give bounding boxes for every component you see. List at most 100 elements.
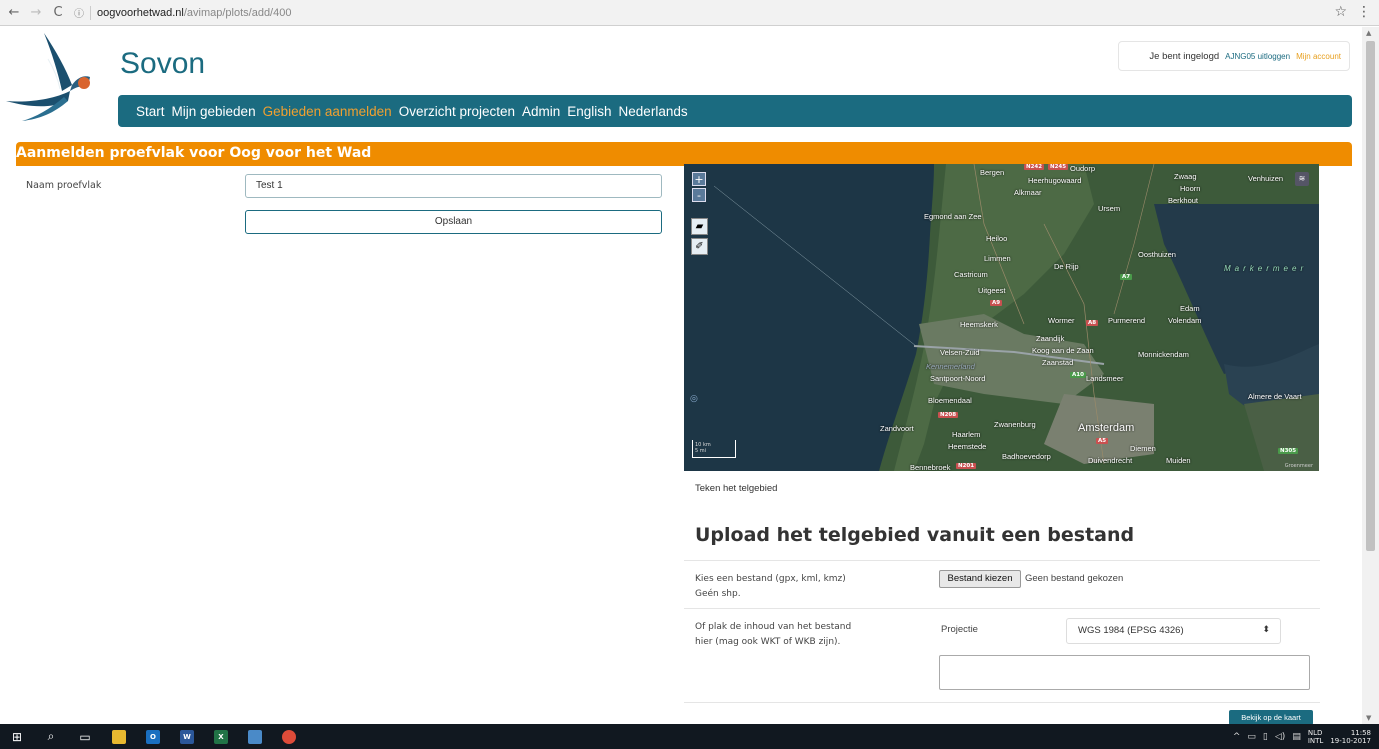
search-icon[interactable]: ⌕ [34,724,68,749]
map[interactable]: + - ▰ ✐ ≋ ◎ 10 km 5 mi Bergen N242 N245 … [684,164,1319,471]
address-bar[interactable]: ⓘ oogvoorhetwad.nl/avimap/plots/add/400 [74,5,291,20]
scale-top-label: 10 km [695,442,711,448]
map-attribution: Groenmeer [1284,463,1313,469]
map-label: Oudorp [1070,164,1096,173]
back-icon[interactable]: ← [6,5,22,20]
tray-chevron-icon[interactable]: ^ [1233,732,1241,742]
road-badge: A5 [1096,438,1109,444]
network-icon[interactable]: ▯ [1263,732,1268,742]
map-label: Duivendrecht [1088,456,1133,465]
logout-link[interactable]: AJNG05 uitloggen [1225,52,1290,61]
page-scrollbar[interactable]: ▲ ▼ [1362,27,1379,724]
url-host: oogvoorhetwad.nl [97,6,184,19]
road-badge: A8 [1086,320,1099,326]
map-label: Muiden [1166,456,1191,465]
map-label: Amsterdam [1078,422,1135,434]
nav-nederlands[interactable]: Nederlands [619,104,688,119]
map-label: De Rijp [1054,262,1079,271]
draw-polygon-icon[interactable]: ▰ [691,218,708,235]
system-tray: ^ ▭ ▯ ◁) ▤ NLD INTL 11:58 19-10-2017 [1233,724,1371,749]
info-icon[interactable]: ⓘ [74,5,84,20]
map-label: Markermeer [1224,264,1308,273]
browser-menu-icon[interactable]: ⋮ [1357,4,1371,20]
nav-mijn-gebieden[interactable]: Mijn gebieden [172,104,256,119]
scroll-thumb[interactable] [1366,41,1375,551]
file-label-line2: Geén shp. [695,589,741,599]
road-badge: N245 [1048,164,1069,170]
map-label: Landsmeer [1086,374,1124,383]
map-label: Venhuizen [1248,174,1284,183]
map-label: Velsen-Zuid [940,348,980,357]
projection-select[interactable]: WGS 1984 (EPSG 4326) ⬍ [1066,618,1281,644]
excel-icon[interactable]: X [204,724,238,749]
map-label: Purmerend [1108,316,1146,325]
paste-label-line2: hier (mag ook WKT of WKB zijn). [695,637,841,647]
outlook-icon[interactable]: O [136,724,170,749]
nav-english[interactable]: English [567,104,611,119]
map-label: Zwaag [1174,172,1197,181]
paste-textarea[interactable] [939,655,1310,690]
layers-icon[interactable]: ≋ [1295,172,1309,186]
windows-start-icon[interactable]: ⊞ [0,724,34,749]
view-on-map-button[interactable]: Bekijk op de kaart [1229,710,1313,724]
map-label: Almere de Vaart [1248,392,1302,401]
file-label: Kies een bestand (gpx, kml, kmz) Geén sh… [695,572,846,602]
nav-gebieden-aanmelden[interactable]: Gebieden aanmelden [263,104,392,119]
forward-icon[interactable]: → [28,5,44,20]
map-label: Castricum [954,270,988,279]
page: Sovon Je bent ingelogd AJNG05 uitloggen … [0,27,1362,724]
nav-admin[interactable]: Admin [522,104,560,119]
save-button[interactable]: Opslaan [245,210,662,234]
zoom-out-button[interactable]: - [692,188,706,202]
notification-icon[interactable]: ▤ [1292,732,1301,742]
account-link[interactable]: Mijn account [1296,52,1341,61]
divider [684,560,1320,561]
map-label: Kennemerland [926,362,975,371]
reload-icon[interactable]: C [50,5,66,20]
nav-overzicht-projecten[interactable]: Overzicht projecten [399,104,515,119]
language-indicator[interactable]: NLD INTL [1308,729,1323,745]
brand-title[interactable]: Sovon [120,47,205,81]
locate-icon[interactable]: ◎ [690,394,698,404]
chrome-icon[interactable] [272,724,306,749]
scroll-up-icon[interactable]: ▲ [1366,29,1371,37]
upload-title: Upload het telgebied vanuit een bestand [695,524,1135,546]
file-explorer-icon[interactable] [102,724,136,749]
road-badge: N305 [1278,448,1299,454]
map-label: Edam [1180,304,1200,313]
map-label: Zaanstad [1042,358,1074,367]
choose-file-button[interactable]: Bestand kiezen [939,570,1021,588]
zoom-in-button[interactable]: + [692,172,706,186]
map-label: Koog aan de Zaan [1032,346,1094,355]
battery-icon[interactable]: ▭ [1247,732,1256,742]
url-separator [90,5,91,20]
name-label: Naam proefvlak [26,180,102,191]
clock[interactable]: 11:58 19-10-2017 [1330,729,1371,745]
login-status: Je bent ingelogd [1149,50,1220,62]
divider [684,608,1320,609]
nav-start[interactable]: Start [136,104,165,119]
word-icon[interactable]: W [170,724,204,749]
map-label: Volendam [1168,316,1202,325]
task-view-icon[interactable]: ▭ [68,724,102,749]
clock-date: 19-10-2017 [1330,736,1371,745]
map-label: Bergen [980,168,1005,177]
section-header: Aanmelden proefvlak voor Oog voor het Wa… [16,142,1352,166]
bookmark-star-icon[interactable]: ☆ [1334,4,1347,20]
map-label: Heerhugowaard [1028,176,1082,185]
plot-name-input[interactable]: Test 1 [245,174,662,198]
map-label: Zandvoort [880,424,914,433]
edit-vertex-icon[interactable]: ✐ [691,238,708,255]
volume-icon[interactable]: ◁) [1275,732,1285,742]
scroll-down-icon[interactable]: ▼ [1366,714,1371,722]
file-label-line1: Kies een bestand (gpx, kml, kmz) [695,574,846,584]
map-label: Uitgeest [978,286,1006,295]
map-label: Badhoevedorp [1002,452,1051,461]
map-label: Diemen [1130,444,1156,453]
road-badge: N242 [1024,164,1045,170]
select-caret-icon: ⬍ [1262,624,1270,634]
scale-bar: 10 km 5 mi [692,440,736,458]
app-icon[interactable] [238,724,272,749]
map-label: Alkmaar [1014,188,1042,197]
login-panel: Je bent ingelogd AJNG05 uitloggen Mijn a… [1118,41,1350,71]
